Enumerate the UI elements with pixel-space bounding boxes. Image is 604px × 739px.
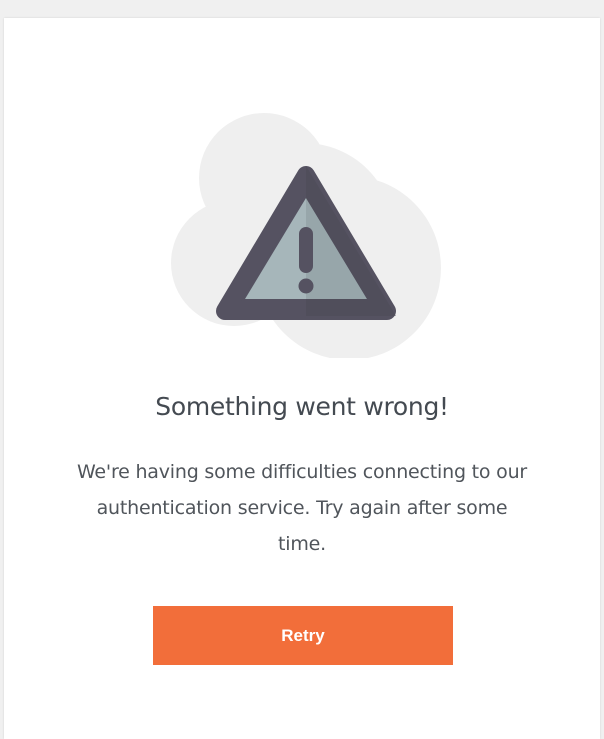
retry-button[interactable]: Retry [153,606,453,665]
error-illustration [164,103,449,358]
error-message: We're having some difficulties connectin… [76,461,528,555]
warning-triangle-icon [171,113,441,358]
error-title: Something went wrong! [155,392,449,421]
error-card: Something went wrong! We're having some … [4,18,600,739]
